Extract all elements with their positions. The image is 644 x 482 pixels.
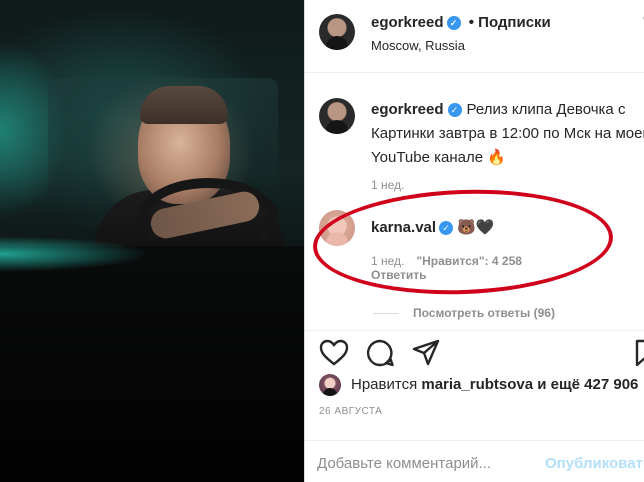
verified-icon: ✓ <box>447 103 462 118</box>
car-dashboard <box>0 246 304 482</box>
likes-prefix: Нравится <box>351 376 418 393</box>
replies-line <box>373 313 399 315</box>
caption-username[interactable]: egorkreed <box>371 101 444 118</box>
comment-input[interactable] <box>317 455 527 472</box>
location-link[interactable]: Moscow, Russia <box>371 38 465 53</box>
comment-form: Опубликовать <box>305 440 644 482</box>
liker-avatar[interactable] <box>319 374 341 396</box>
post-date[interactable]: 26 АВГУСТА <box>319 406 382 417</box>
dashboard-light <box>0 236 150 272</box>
username-link[interactable]: egorkreed <box>371 14 444 31</box>
following-button[interactable]: Подписки <box>478 14 551 31</box>
post-photo <box>0 0 304 482</box>
view-replies-button[interactable]: Посмотреть ответы (96) <box>373 306 555 320</box>
bookmark-icon[interactable] <box>631 338 644 368</box>
caption-time[interactable]: 1 нед. <box>371 178 404 192</box>
post-header: egorkreed ✓ • Подписки <box>371 14 551 31</box>
view-replies-label: Посмотреть ответы (96) <box>413 306 555 320</box>
verified-icon: ✓ <box>446 16 461 31</box>
share-icon[interactable] <box>411 338 441 368</box>
highlight-circle <box>311 184 615 300</box>
heart-icon[interactable] <box>319 338 349 368</box>
publish-button[interactable]: Опубликовать <box>545 455 644 472</box>
likes-count[interactable]: и ещё 427 906 <box>537 376 638 393</box>
separator-dot: • <box>468 14 474 31</box>
likes-summary: Нравится maria_rubtsova и ещё 427 906 <box>351 376 638 393</box>
comment-icon[interactable] <box>365 338 395 368</box>
header-divider <box>305 72 644 73</box>
action-bar <box>319 338 644 372</box>
driver-hair <box>140 86 228 124</box>
post-caption: egorkreed ✓ Релиз клипа Девочка с Картинки… <box>371 98 644 170</box>
caption-avatar[interactable] <box>319 98 355 134</box>
liker-username[interactable]: maria_rubtsova <box>421 376 533 393</box>
actions-divider <box>305 330 644 331</box>
post-panel: egorkreed✓ • Подписки Moscow, Russia • e… <box>304 0 644 482</box>
avatar[interactable] <box>319 14 355 50</box>
